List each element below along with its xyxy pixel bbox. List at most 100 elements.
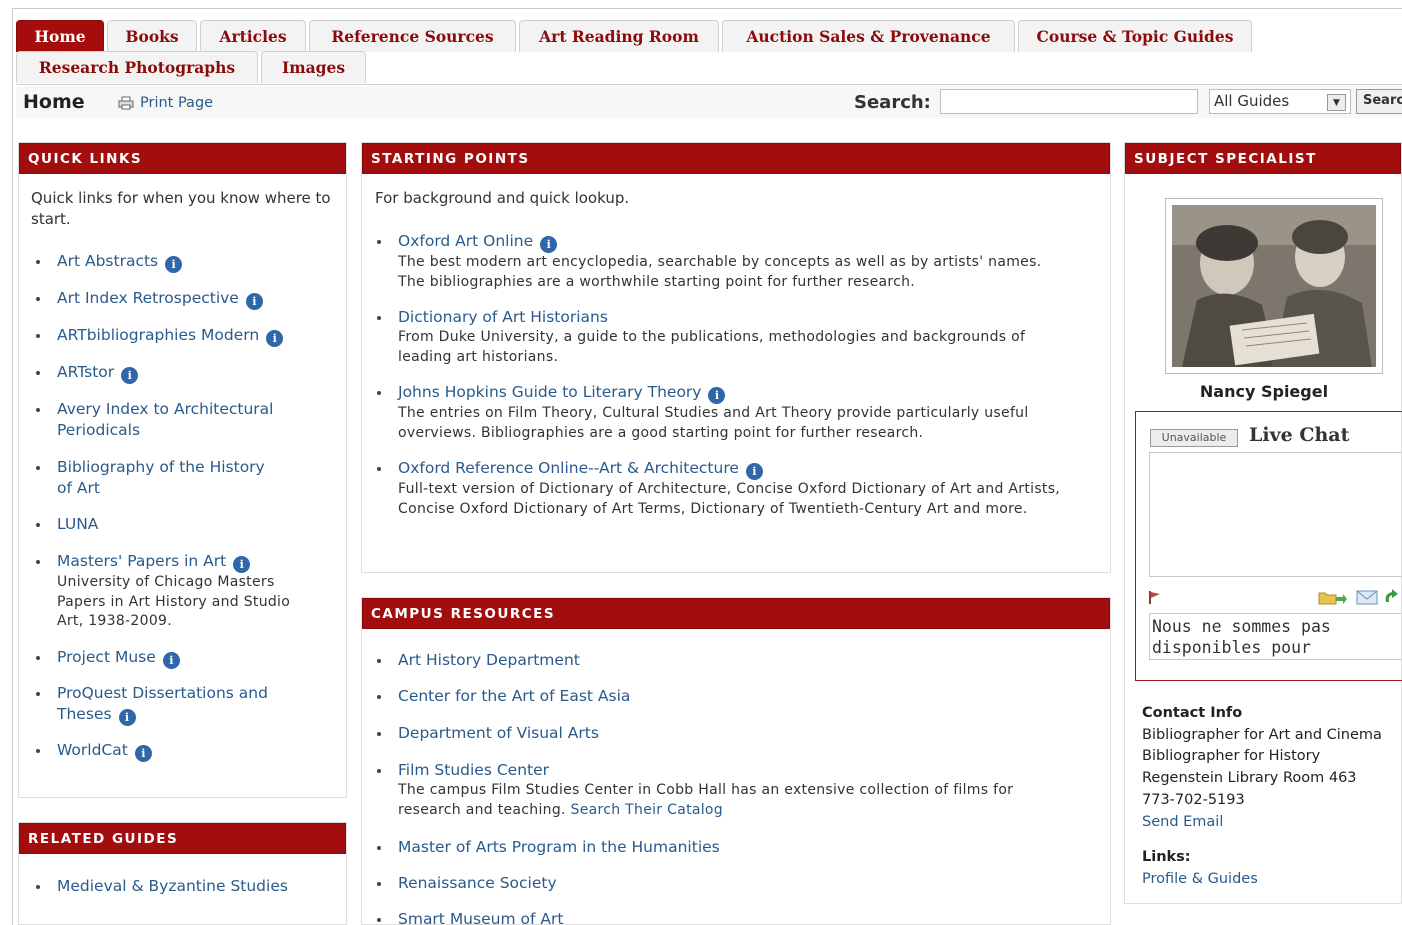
search-input[interactable] <box>940 89 1198 114</box>
related-guide-link[interactable]: Medieval & Byzantine Studies <box>57 877 288 895</box>
tab-row-1: Home Books Articles Reference Sources Art Re… <box>16 20 1402 52</box>
contact-line: Bibliographer for History <box>1142 748 1321 765</box>
quick-links-intro: Quick links for when you know where to s… <box>31 189 331 228</box>
guide-scope-value: All Guides <box>1214 92 1290 110</box>
tab-course-topic-guides[interactable]: Course & Topic Guides <box>1018 20 1252 52</box>
contact-line: Regenstein Library Room 463 <box>1142 770 1357 787</box>
quick-link-item: Art Abstracts i <box>35 251 305 273</box>
resource-link-label: LUNA <box>57 515 99 533</box>
search-catalog-link[interactable]: Search Their Catalog <box>571 802 723 818</box>
campus-resource-item: Master of Arts Program in the Humanities <box>376 837 1066 858</box>
specialist-name: Nancy Spiegel <box>1199 382 1329 401</box>
guide-scope-select[interactable]: All Guides ▼ <box>1209 89 1351 114</box>
email-icon[interactable] <box>1356 589 1378 605</box>
info-icon[interactable]: i <box>540 236 558 253</box>
quick-links-panel: QUICK LINKS Quick links for when you kno… <box>18 142 347 798</box>
resource-description: The campus Film Studies Center in Cobb H… <box>398 781 1066 820</box>
resource-link-label: ARTbibliographies Modern <box>57 326 260 344</box>
tab-art-reading-room[interactable]: Art Reading Room <box>519 20 719 52</box>
resource-link-department-of-visual-arts[interactable]: Department of Visual Arts <box>398 723 1066 744</box>
resource-link-film-studies-center[interactable]: Film Studies Center <box>398 760 1066 781</box>
specialist-photo <box>1172 205 1376 367</box>
flag-icon[interactable] <box>1148 590 1162 604</box>
links-heading: Links: <box>1142 849 1191 866</box>
resource-link-label: Masters' Papers in Art <box>57 552 227 570</box>
tab-strip-divider <box>16 84 1402 85</box>
starting-point-item: Oxford Reference Online--Art & Architect… <box>376 458 1066 519</box>
tab-images[interactable]: Images <box>261 51 366 83</box>
tab-row-2: Research Photographs Images <box>16 51 1402 83</box>
resource-link-masters-papers-in-art[interactable]: Masters' Papers in Art i <box>57 551 300 573</box>
quick-link-item: WorldCat i <box>35 740 305 762</box>
resource-link-oxford-reference-online-art-architecture[interactable]: Oxford Reference Online--Art & Architect… <box>398 458 1066 480</box>
related-guides-panel: RELATED GUIDES Medieval & Byzantine Stud… <box>18 822 347 925</box>
resource-link-avery-index-to-architectural-periodicals[interactable]: Avery Index to Architectural Periodicals <box>57 399 275 441</box>
info-icon[interactable]: i <box>233 556 251 573</box>
resource-link-worldcat[interactable]: WorldCat i <box>57 740 305 762</box>
subject-specialist-panel: SUBJECT SPECIALIST Nancy Spiegel Unavail… <box>1124 142 1402 904</box>
page-frame-top <box>12 8 1402 9</box>
resource-link-art-abstracts[interactable]: Art Abstracts i <box>57 251 305 273</box>
resource-link-proquest-dissertations-and-theses[interactable]: ProQuest Dissertations and Theses i <box>57 683 275 726</box>
send-file-icon[interactable] <box>1318 588 1348 606</box>
resource-description: The entries on Film Theory, Cultural Stu… <box>398 404 1066 443</box>
quick-links-title: QUICK LINKS <box>19 143 346 174</box>
tab-books[interactable]: Books <box>107 20 197 52</box>
resource-link-label: Avery Index to Architectural Periodicals <box>57 400 274 439</box>
resource-link-master-of-arts-program-in-the-humanities[interactable]: Master of Arts Program in the Humanities <box>398 837 1066 858</box>
search-button[interactable]: Search <box>1356 89 1402 114</box>
resource-link-johns-hopkins-guide-to-literary-theory[interactable]: Johns Hopkins Guide to Literary Theory i <box>398 382 1066 404</box>
starting-point-item: Dictionary of Art Historians From Duke Un… <box>376 307 1066 367</box>
resource-description: The best modern art encyclopedia, search… <box>398 253 1066 292</box>
chat-transcript <box>1149 452 1402 577</box>
info-icon[interactable]: i <box>118 709 136 726</box>
resource-description-text: Full-text version of Dictionary of Archi… <box>398 481 1061 517</box>
resource-link-oxford-art-online[interactable]: Oxford Art Online i <box>398 231 1066 253</box>
related-guides-list: Medieval & Byzantine Studies <box>35 876 340 895</box>
profile-guides-link[interactable]: Profile & Guides <box>1142 869 1382 891</box>
resource-link-project-muse[interactable]: Project Muse i <box>57 647 305 669</box>
tab-articles[interactable]: Articles <box>200 20 306 52</box>
resource-link-bibliography-of-the-history-of-art[interactable]: Bibliography of the History of Art <box>57 457 275 499</box>
chat-message-input[interactable]: Nous ne sommes pas disponibles pour <box>1149 613 1402 660</box>
refresh-icon[interactable] <box>1382 588 1400 606</box>
resource-link-label: ProQuest Dissertations and Theses <box>57 684 268 723</box>
info-icon[interactable]: i <box>708 387 726 404</box>
resource-link-art-history-department[interactable]: Art History Department <box>398 650 1066 671</box>
tab-home[interactable]: Home <box>16 20 104 52</box>
info-icon[interactable]: i <box>745 463 763 480</box>
resource-link-artstor[interactable]: ARTstor i <box>57 362 305 384</box>
search-label: Search: <box>854 92 931 113</box>
resource-link-label: Department of Visual Arts <box>398 724 599 742</box>
send-email-link[interactable]: Send Email <box>1142 812 1382 834</box>
resource-description: From Duke University, a guide to the pub… <box>398 328 1066 367</box>
starting-points-intro: For background and quick lookup. <box>375 189 630 207</box>
print-page-link[interactable]: Print Page <box>118 95 213 111</box>
info-icon[interactable]: i <box>162 652 180 669</box>
resource-link-renaissance-society[interactable]: Renaissance Society <box>398 873 1066 894</box>
tab-reference-sources[interactable]: Reference Sources <box>309 20 516 52</box>
info-icon[interactable]: i <box>134 745 152 762</box>
tab-auction-sales-provenance[interactable]: Auction Sales & Provenance <box>722 20 1015 52</box>
tab-research-photographs[interactable]: Research Photographs <box>16 51 258 83</box>
resource-link-label: Bibliography of the History of Art <box>57 458 265 497</box>
info-icon[interactable]: i <box>165 256 183 273</box>
main-tabs: Home Books Articles Reference Sources Art Re… <box>16 20 1402 83</box>
resource-link-luna[interactable]: LUNA <box>57 514 305 535</box>
resource-link-label: Master of Arts Program in the Humanities <box>398 838 720 856</box>
campus-resource-item: Department of Visual Arts <box>376 723 1066 744</box>
info-icon[interactable]: i <box>266 330 284 347</box>
print-page-label: Print Page <box>140 95 214 111</box>
resource-link-artbibliographies-modern[interactable]: ARTbibliographies Modern i <box>57 325 305 347</box>
resource-link-label: WorldCat <box>57 741 128 759</box>
resource-link-label: Johns Hopkins Guide to Literary Theory <box>398 383 702 401</box>
chevron-down-icon: ▼ <box>1327 94 1346 111</box>
resource-link-center-for-the-art-of-east-asia[interactable]: Center for the Art of East Asia <box>398 686 1066 707</box>
engraving-image <box>1172 205 1376 367</box>
resource-link-dictionary-of-art-historians[interactable]: Dictionary of Art Historians <box>398 307 1066 328</box>
info-icon[interactable]: i <box>245 293 263 310</box>
resource-link-smart-museum-of-art[interactable]: Smart Museum of Art <box>398 909 1066 925</box>
resource-link-art-index-retrospective[interactable]: Art Index Retrospective i <box>57 288 305 310</box>
contact-info: Contact Info Bibliographer for Art and C… <box>1142 703 1382 891</box>
info-icon[interactable]: i <box>121 367 139 384</box>
